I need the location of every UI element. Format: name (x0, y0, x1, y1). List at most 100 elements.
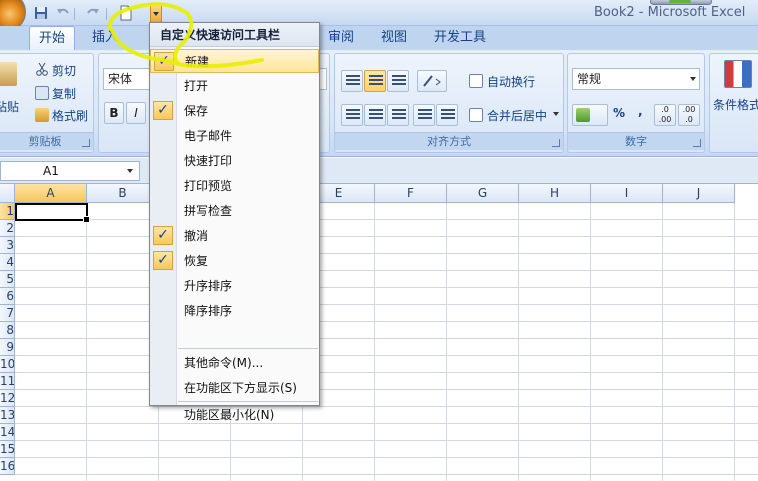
column-header[interactable]: J (663, 184, 735, 203)
cell-area[interactable] (15, 203, 758, 481)
decrease-indent-icon (418, 109, 432, 121)
copy-icon[interactable] (35, 86, 49, 100)
menu-item[interactable]: 打印预览 (150, 174, 319, 198)
menu-item[interactable]: ✓ 保存 (150, 99, 319, 123)
row-header[interactable]: 6 (0, 288, 15, 305)
increase-decimal-button[interactable]: .0 .00 (654, 104, 676, 126)
row-header[interactable]: 13 (0, 407, 15, 424)
copy-button[interactable]: 复制 (52, 85, 76, 102)
chevron-down-icon (690, 77, 696, 81)
row-header[interactable]: 16 (0, 458, 15, 475)
row-header[interactable]: 5 (0, 271, 15, 288)
menu-item-label: 打印预览 (184, 179, 233, 193)
orientation-button[interactable] (417, 70, 447, 92)
new-document-icon[interactable] (117, 4, 135, 22)
menu-item[interactable]: ✓ 恢复 (150, 249, 319, 273)
menu-header: 自定义快速访问工具栏 (150, 23, 319, 47)
bold-button[interactable]: B (104, 102, 124, 124)
row-header[interactable]: 8 (0, 322, 15, 339)
italic-button[interactable]: I (126, 102, 146, 124)
align-top-button[interactable] (341, 70, 363, 92)
align-right-button[interactable] (387, 104, 409, 126)
tab-view[interactable]: 视图 (373, 26, 415, 50)
row-header[interactable]: 10 (0, 356, 15, 373)
paste-button-label[interactable]: 粘贴 (0, 98, 19, 115)
tab-home[interactable]: 开始 (29, 26, 75, 50)
alignment-group: 自动换行 合并后居中 对齐方式 (334, 53, 564, 153)
row-header[interactable]: 9 (0, 339, 15, 356)
tab-insert[interactable]: 插入 (84, 26, 126, 50)
format-painter-button[interactable]: 格式刷 (52, 107, 88, 124)
tab-review[interactable]: 审阅 (320, 26, 362, 50)
cut-button[interactable]: 剪切 (52, 62, 76, 79)
column-header[interactable]: A (15, 184, 87, 203)
menu-item[interactable]: 升序排序 (150, 274, 319, 298)
active-cell-a1[interactable] (15, 203, 90, 223)
row-header[interactable]: 3 (0, 237, 15, 254)
menu-item-label: 快速打印 (184, 154, 233, 168)
align-bottom-button[interactable] (387, 70, 409, 92)
row-header[interactable]: 4 (0, 254, 15, 271)
dialog-launcher-icon[interactable] (552, 139, 560, 147)
menu-item-minimize-ribbon[interactable]: 功能区最小化(N) (150, 403, 319, 427)
row-header[interactable]: 1 (0, 203, 15, 220)
align-center-button[interactable] (364, 104, 386, 126)
window-title: Book2 - Microsoft Excel (594, 5, 746, 20)
comma-button[interactable]: , (638, 104, 643, 118)
increase-indent-button[interactable] (436, 104, 458, 126)
row-header[interactable]: 12 (0, 390, 15, 407)
dialog-launcher-icon[interactable] (693, 139, 701, 147)
accounting-format-button[interactable] (572, 104, 608, 126)
column-header[interactable]: G (447, 184, 519, 203)
menu-item-more-commands[interactable]: 其他命令(M)... (150, 351, 319, 375)
merge-center-icon[interactable] (469, 108, 483, 122)
menu-item-label: 在功能区下方显示(S) (184, 381, 297, 395)
clipboard-group-label: 剪贴板 (0, 132, 93, 150)
row-header[interactable]: 11 (0, 373, 15, 390)
conditional-formatting-icon[interactable] (724, 60, 752, 88)
conditional-formatting-button[interactable]: 条件格式 (713, 96, 758, 113)
cut-icon[interactable] (35, 62, 49, 76)
row-header[interactable]: 15 (0, 441, 15, 458)
menu-item[interactable]: 降序排序 (150, 299, 319, 323)
redo-icon[interactable] (84, 4, 102, 22)
menu-item-label: 打开 (184, 79, 209, 93)
menu-item[interactable]: 电子邮件 (150, 124, 319, 148)
menu-item[interactable]: ✓ 新建 (150, 49, 319, 73)
column-header[interactable]: F (375, 184, 447, 203)
dialog-launcher-icon[interactable] (82, 139, 90, 147)
menu-item[interactable]: 打开 (150, 74, 319, 98)
percent-button[interactable]: % (613, 106, 625, 120)
menu-item[interactable]: ✓ 撤消 (150, 224, 319, 248)
row-header[interactable]: 14 (0, 424, 15, 441)
column-header[interactable]: I (591, 184, 663, 203)
menu-item[interactable]: 拼写检查 (150, 199, 319, 223)
merge-dropdown-icon[interactable] (553, 112, 559, 116)
paste-icon[interactable] (0, 62, 17, 86)
row-header[interactable]: 2 (0, 220, 15, 237)
decrease-decimal-button[interactable]: .00 .0 (678, 104, 700, 126)
align-left-icon (346, 109, 360, 121)
number-format-combo[interactable]: 常规 (572, 68, 700, 90)
wrap-text-icon[interactable] (469, 74, 483, 88)
menu-item-label: 新建 (185, 55, 210, 69)
align-middle-icon (369, 75, 383, 87)
select-all-corner[interactable] (0, 184, 15, 203)
tab-developer[interactable]: 开发工具 (425, 26, 495, 50)
name-box[interactable]: A1 (0, 161, 140, 181)
save-icon[interactable] (32, 4, 50, 22)
decrease-indent-button[interactable] (413, 104, 435, 126)
menu-item-show-below-ribbon[interactable]: 在功能区下方显示(S) (150, 376, 319, 400)
merge-center-button[interactable]: 合并后居中 (487, 107, 547, 124)
format-painter-icon[interactable] (35, 108, 49, 122)
formula-bar: A1 (0, 158, 758, 184)
align-left-button[interactable] (341, 104, 363, 126)
menu-item[interactable]: 快速打印 (150, 149, 319, 173)
menu-item-label: 拼写检查 (184, 204, 233, 218)
align-middle-button[interactable] (364, 70, 386, 92)
row-header[interactable]: 7 (0, 305, 15, 322)
customize-qat-dropdown-button[interactable] (150, 3, 162, 23)
undo-icon[interactable] (54, 4, 72, 22)
wrap-text-button[interactable]: 自动换行 (487, 73, 535, 90)
column-header[interactable]: H (519, 184, 591, 203)
